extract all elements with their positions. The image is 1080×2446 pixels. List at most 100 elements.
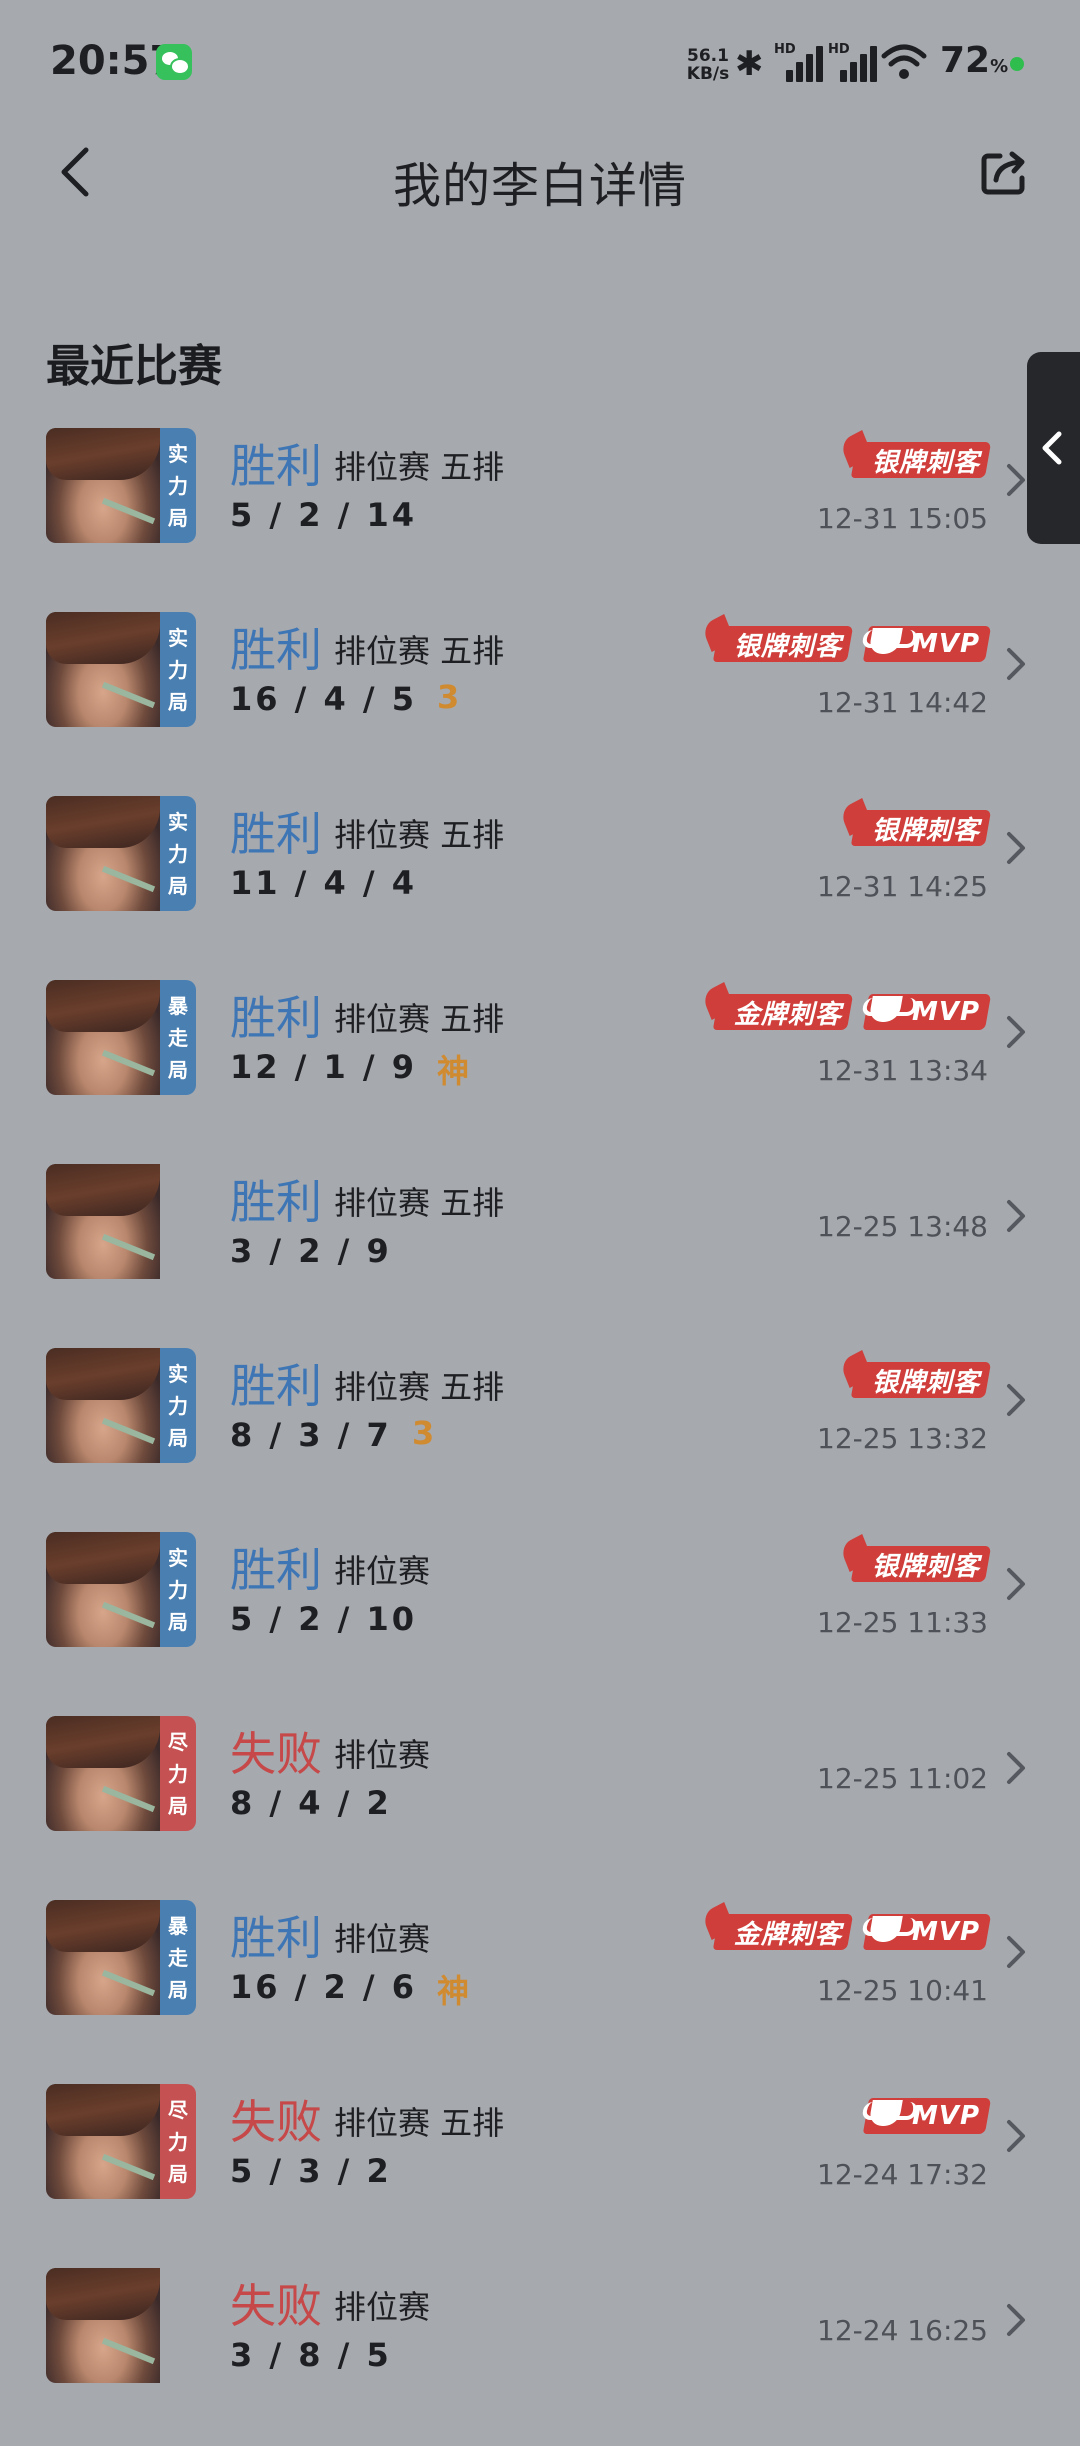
match-result: 胜利 [230,807,322,861]
kda-score: 16 / 4 / 5 [230,680,417,718]
mvp-label: MVP [911,2101,980,2131]
assassin-rank-badge: 金牌刺客 [712,1914,854,1950]
game-type: 排位赛 五排 [334,1000,505,1038]
match-row[interactable]: 尽力局失败 排位赛 8 / 4 / 2 12-25 11:02 [0,1710,1080,1894]
chevron-right-icon[interactable] [1005,1198,1027,1234]
match-time: 12-31 14:42 [817,686,988,719]
chevron-right-icon[interactable] [1005,2118,1027,2154]
hero-portrait-image [46,1348,160,1463]
hero-avatar: 实力局 [46,1348,196,1463]
battery-unit: % [990,56,1009,77]
match-row[interactable]: 实力局胜利 排位赛 5 / 2 / 10 银牌刺客 12-25 11:33 [0,1526,1080,1710]
match-time: 12-24 16:25 [817,2314,988,2347]
badge-label: 银牌刺客 [871,815,980,846]
match-mode-tag: 实力局 [160,428,196,543]
match-time: 12-31 15:05 [817,502,988,535]
chevron-right-icon[interactable] [1005,1566,1027,1602]
kda-score: 16 / 2 / 6 [230,1968,417,2006]
game-type: 排位赛 五排 [334,448,505,486]
mvp-badge: MVP [862,1914,992,1950]
cellular-signal-icon-2: HD [828,42,878,82]
mode-tag-char: 实 [168,1545,188,1570]
badge-label: 银牌刺客 [733,631,842,662]
mode-tag-char: 实 [168,441,188,466]
godlike-badge: 神 [437,1052,470,1090]
match-row[interactable]: 实力局胜利 排位赛 五排 16 / 4 / 5 3 银牌刺客 MVP 12-31 14:42 [0,606,1080,790]
hero-avatar [46,2268,196,2383]
achievement-badges: MVP [862,2098,992,2138]
match-time: 12-31 13:34 [817,1054,988,1087]
match-result: 胜利 [230,1543,322,1597]
chevron-right-icon[interactable] [1005,1750,1027,1786]
battery-level: 72% [940,40,1008,81]
chevron-right-icon[interactable] [1005,462,1027,498]
chevron-right-icon[interactable] [1005,830,1027,866]
badge-label: 金牌刺客 [733,1919,842,1950]
match-row[interactable]: 暴走局胜利 排位赛 16 / 2 / 6 神金牌刺客 MVP 12-25 10:41 [0,1894,1080,2078]
mode-tag-char: 局 [168,1609,188,1634]
network-speed: 56.1 KB/s [683,47,733,83]
hero-portrait-image [46,796,160,911]
kda-score: 11 / 4 / 4 [230,864,417,902]
battery-value: 72 [940,40,991,81]
mvp-label: MVP [911,629,980,659]
hero-portrait-image [46,1900,160,2015]
mode-tag-char: 力 [168,841,188,866]
hero-portrait-image [46,612,160,727]
section-title-recent-matches: 最近比赛 [46,341,222,392]
hero-portrait-image [46,428,160,543]
mode-tag-char: 局 [168,873,188,898]
mode-tag-char: 尽 [168,2097,188,2122]
chevron-right-icon[interactable] [1005,1934,1027,1970]
mode-tag-char: 局 [168,2161,188,2186]
mode-tag-char: 暴 [168,993,188,1018]
game-type: 排位赛 五排 [334,1368,505,1406]
achievement-badges: 银牌刺客 [850,442,992,482]
triple-kill-badge: 3 [412,1414,435,1452]
kda-score: 5 / 2 / 10 [230,1600,417,1638]
chevron-right-icon[interactable] [1005,1382,1027,1418]
signal-hd-label-2: HD [828,42,850,57]
match-time: 12-25 13:48 [817,1210,988,1243]
match-mode-tag: 暴走局 [160,1900,196,2015]
chevron-right-icon[interactable] [1005,646,1027,682]
mode-tag-char: 局 [168,505,188,530]
mode-tag-char: 局 [168,689,188,714]
game-type: 排位赛 [334,2288,431,2326]
signal-hd-label: HD [774,42,796,57]
match-row[interactable]: 暴走局胜利 排位赛 五排 12 / 1 / 9 神金牌刺客 MVP 12-31 13:34 [0,974,1080,1158]
share-icon[interactable] [980,150,1030,196]
mvp-badge: MVP [862,994,992,1030]
mode-tag-char: 局 [168,1977,188,2002]
match-mode-tag: 实力局 [160,1348,196,1463]
match-row[interactable]: 失败 排位赛 3 / 8 / 5 12-24 16:25 [0,2262,1080,2446]
assassin-rank-badge: 银牌刺客 [850,1362,992,1398]
chevron-right-icon[interactable] [1005,1014,1027,1050]
match-result: 胜利 [230,991,322,1045]
match-result: 胜利 [230,1911,322,1965]
kda-score: 8 / 4 / 2 [230,1784,392,1822]
game-type: 排位赛 五排 [334,816,505,854]
hero-avatar [46,1164,196,1279]
hero-portrait-image [46,1532,160,1647]
kda-score: 5 / 2 / 14 [230,496,417,534]
mvp-label: MVP [911,997,980,1027]
match-mode-tag: 尽力局 [160,1716,196,1831]
achievement-badges: 金牌刺客 MVP [712,994,992,1034]
wifi-icon [881,44,927,79]
badge-label: 金牌刺客 [733,999,842,1030]
battery-indicator-dot [1010,57,1024,71]
match-row[interactable]: 胜利 排位赛 五排 3 / 2 / 9 12-25 13:48 [0,1158,1080,1342]
match-mode-tag: 实力局 [160,1532,196,1647]
game-type: 排位赛 五排 [334,1184,505,1222]
chevron-right-icon[interactable] [1005,2302,1027,2338]
match-row[interactable]: 尽力局失败 排位赛 五排 5 / 3 / 2 MVP 12-24 17:32 [0,2078,1080,2262]
assassin-rank-badge: 银牌刺客 [850,810,992,846]
match-row[interactable]: 实力局胜利 排位赛 五排 11 / 4 / 4 银牌刺客 12-31 14:25 [0,790,1080,974]
badge-label: 银牌刺客 [871,1551,980,1582]
hero-portrait-image [46,980,160,1095]
match-row[interactable]: 实力局胜利 排位赛 五排 5 / 2 / 14 银牌刺客 12-31 15:05 [0,422,1080,606]
hero-portrait-image [46,1716,160,1831]
match-row[interactable]: 实力局胜利 排位赛 五排 8 / 3 / 7 3 银牌刺客 12-25 13:32 [0,1342,1080,1526]
mode-tag-char: 暴 [168,1913,188,1938]
